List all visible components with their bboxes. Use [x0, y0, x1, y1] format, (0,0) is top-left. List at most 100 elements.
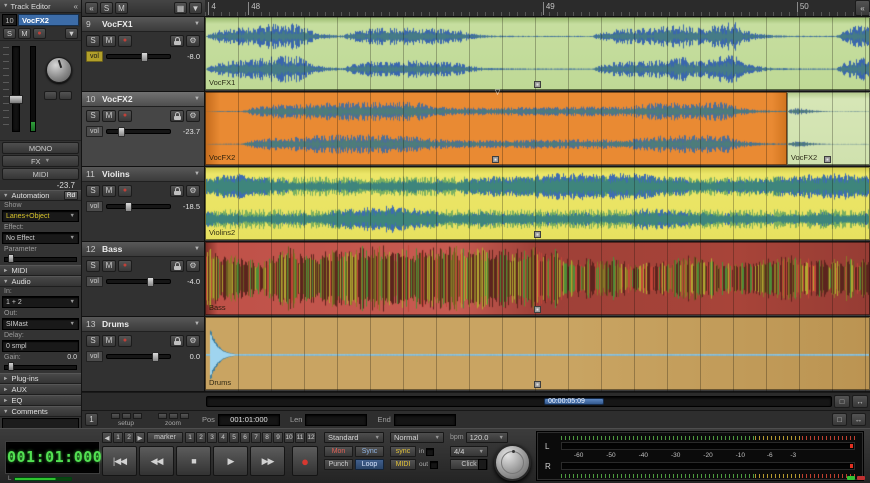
track-header[interactable]: 11Violins▼SM●⚙vol-18.5: [82, 167, 205, 242]
automation-section-header[interactable]: ▼ Automation Rd: [0, 190, 81, 201]
len-field[interactable]: [305, 414, 367, 426]
vol-chip[interactable]: vol: [86, 51, 103, 62]
link-button[interactable]: [59, 91, 72, 100]
audio-clip[interactable]: VocFX2: [205, 92, 787, 165]
track-list-menu-chevron-icon[interactable]: ▼: [189, 2, 202, 14]
editor-solo-button[interactable]: S: [3, 28, 16, 39]
track-menu-chevron-icon[interactable]: ▼: [194, 171, 200, 177]
solo-button[interactable]: S: [86, 260, 100, 272]
lock-icon[interactable]: [170, 35, 184, 47]
horizontal-scrollbar[interactable]: 00:00:05:09: [206, 396, 832, 407]
comments-box[interactable]: [2, 418, 79, 428]
audio-clip[interactable]: Bass: [205, 242, 870, 315]
marker-button-5[interactable]: 5: [229, 432, 239, 443]
vol-chip[interactable]: vol: [86, 276, 103, 287]
marker-button-10[interactable]: 10: [284, 432, 294, 443]
track-lane[interactable]: VocFX2VocFX2: [205, 92, 870, 167]
volume-slider-handle[interactable]: [125, 202, 132, 212]
mute-button[interactable]: M: [102, 35, 116, 47]
automation-mode-button[interactable]: Rd: [64, 191, 78, 200]
editor-menu-chevron-icon[interactable]: ▼: [65, 28, 78, 39]
record-arm-button[interactable]: ●: [118, 185, 132, 197]
jog-wheel[interactable]: [494, 444, 531, 481]
gear-icon[interactable]: ⚙: [186, 335, 200, 347]
clip-handle[interactable]: [824, 156, 831, 163]
aux-section-header[interactable]: ► AUX: [0, 384, 81, 395]
in-led[interactable]: [426, 448, 434, 456]
gear-icon[interactable]: ⚙: [186, 185, 200, 197]
volume-slider[interactable]: [106, 54, 171, 59]
track-title-bar[interactable]: 11Violins▼: [82, 167, 204, 182]
solo-button[interactable]: S: [86, 110, 100, 122]
punch-button[interactable]: Punch: [324, 459, 353, 470]
global-mute-button[interactable]: M: [115, 2, 128, 14]
stop-button[interactable]: ■: [176, 446, 211, 476]
ruler-collapse-icon[interactable]: «: [855, 0, 870, 16]
volume-slider[interactable]: [106, 279, 171, 284]
gain-slider-handle[interactable]: [8, 362, 14, 371]
track-menu-chevron-icon[interactable]: ▼: [194, 246, 200, 252]
audio-clip[interactable]: VocFX2: [787, 92, 870, 165]
volume-fader[interactable]: [12, 46, 20, 132]
track-header[interactable]: 13Drums▼SM●⚙vol0.0: [82, 317, 205, 392]
solo-button[interactable]: S: [86, 185, 100, 197]
setup-button-2[interactable]: [122, 413, 131, 419]
audio-section-header[interactable]: ▼ Audio: [0, 276, 81, 287]
punch-out-toggle[interactable]: out: [419, 459, 438, 470]
audio-out-dropdown[interactable]: SIMast ▼: [2, 318, 79, 330]
setup-button-1[interactable]: [111, 413, 120, 419]
setup-button-3[interactable]: [133, 413, 142, 419]
gear-icon[interactable]: ⚙: [186, 35, 200, 47]
lock-icon[interactable]: [170, 335, 184, 347]
marker-button-12[interactable]: 12: [306, 432, 316, 443]
marker-button-7[interactable]: 7: [251, 432, 261, 443]
midi-mini-button[interactable]: MIDI: [390, 459, 416, 470]
marker-pager-button-2[interactable]: 1: [113, 432, 123, 443]
gear-icon[interactable]: ⚙: [186, 110, 200, 122]
track-title-bar[interactable]: 9VocFX1▼: [82, 17, 204, 32]
bpm-dropdown[interactable]: 120.0 ▼: [466, 432, 508, 443]
pan-knob[interactable]: [46, 57, 72, 83]
lock-icon[interactable]: [170, 185, 184, 197]
marker-pager-button-1[interactable]: ◀: [102, 432, 112, 443]
zoom-button-3[interactable]: [180, 413, 189, 419]
editor-mute-button[interactable]: M: [18, 28, 31, 39]
mute-button[interactable]: M: [102, 185, 116, 197]
midi-button[interactable]: MIDI: [2, 168, 79, 180]
audio-clip[interactable]: Drums: [205, 317, 870, 390]
record-button[interactable]: ●: [292, 446, 318, 476]
marker-button-2[interactable]: 2: [196, 432, 206, 443]
pos-field[interactable]: 001:01:000: [218, 414, 280, 426]
zoom-fit-icon[interactable]: □: [834, 395, 850, 408]
volume-slider-handle[interactable]: [118, 127, 125, 137]
audio-clip[interactable]: Violins2: [205, 167, 870, 240]
click-toggle-led[interactable]: [478, 459, 487, 470]
gain-slider[interactable]: [4, 362, 77, 371]
marker-button-4[interactable]: 4: [218, 432, 228, 443]
record-arm-button[interactable]: ●: [118, 35, 132, 47]
volume-slider[interactable]: [106, 204, 171, 209]
marker-button-1[interactable]: 1: [185, 432, 195, 443]
track-header[interactable]: 9VocFX1▼SM●⚙vol-8.0: [82, 17, 205, 92]
gear-icon[interactable]: ⚙: [186, 260, 200, 272]
track-lane[interactable]: VocFX1: [205, 17, 870, 92]
scrollbar-thumb[interactable]: 00:00:05:09: [544, 398, 604, 405]
collapse-all-icon[interactable]: «: [85, 2, 98, 14]
track-lane[interactable]: Drums: [205, 317, 870, 392]
go-to-start-button[interactable]: |◀◀: [102, 446, 137, 476]
playback-mode-dropdown[interactable]: Standard ▼: [324, 432, 384, 443]
mono-button[interactable]: MONO: [2, 142, 79, 154]
comments-section-header[interactable]: ▼ Comments: [0, 406, 81, 417]
vol-chip[interactable]: vol: [86, 351, 103, 362]
grid-view-icon[interactable]: ▦: [174, 2, 187, 14]
volume-fader-handle[interactable]: [9, 95, 23, 104]
marker-button-3[interactable]: 3: [207, 432, 217, 443]
track-title-bar[interactable]: 10VocFX2▼: [82, 92, 204, 107]
track-title-bar[interactable]: 12Bass▼: [82, 242, 204, 257]
volume-slider-handle[interactable]: [141, 52, 148, 62]
rewind-button[interactable]: ◀◀: [139, 446, 174, 476]
delay-field[interactable]: 0 smpl: [2, 340, 79, 352]
lock-icon[interactable]: [170, 110, 184, 122]
punch-in-toggle[interactable]: in: [419, 446, 434, 457]
track-title-bar[interactable]: 13Drums▼: [82, 317, 204, 332]
